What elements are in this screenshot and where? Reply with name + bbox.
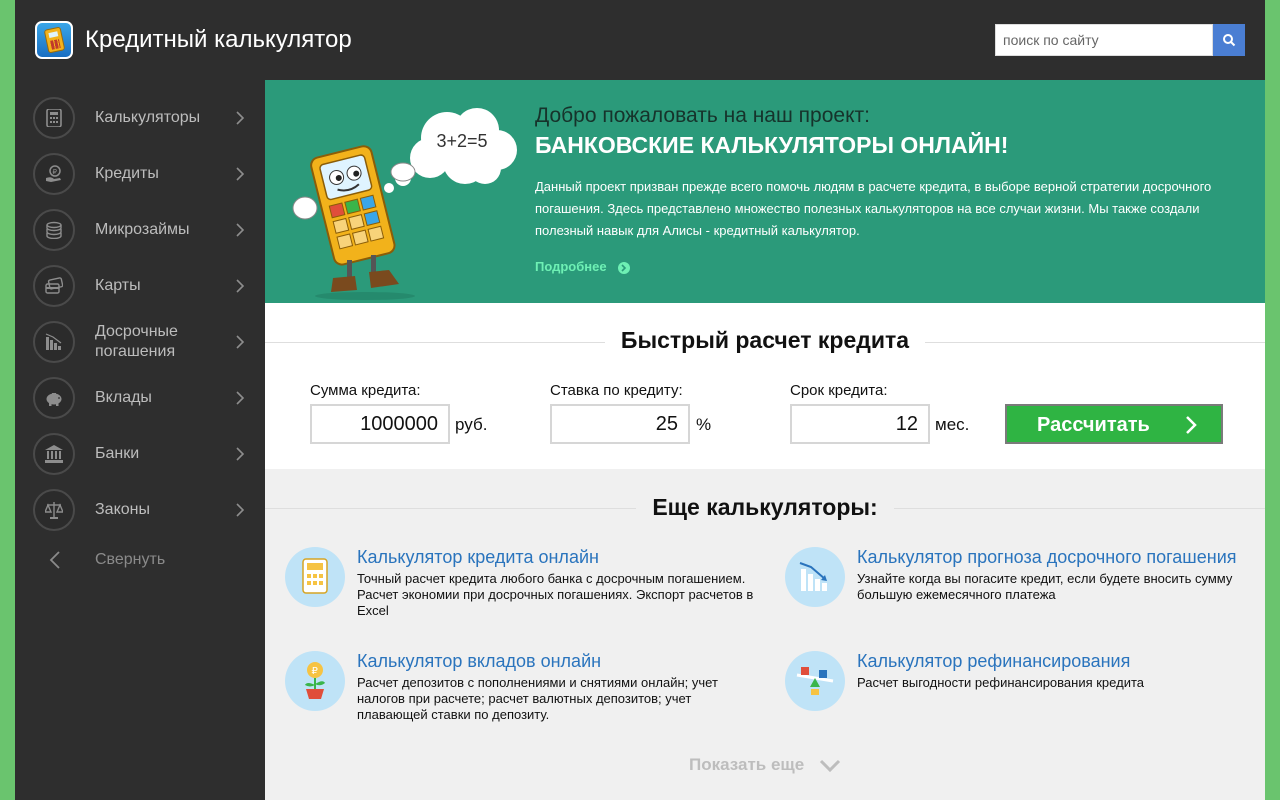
card-description: Расчет выгодности рефинансирования креди… xyxy=(857,675,1144,690)
svg-text:₽: ₽ xyxy=(53,168,58,176)
chevron-right-icon xyxy=(236,279,245,293)
top-header: Кредитный калькулятор xyxy=(15,0,1265,80)
sidebar-item-label: Микрозаймы xyxy=(95,221,190,238)
sidebar-item-label: Банки xyxy=(95,445,140,462)
ruble-hand-icon: ₽ xyxy=(33,153,75,195)
chevron-left-icon xyxy=(49,551,60,569)
more-link[interactable]: Подробнее xyxy=(535,259,607,274)
hero-banner: 3+2=5 Добро пожаловать на наш проект: БА… xyxy=(265,80,1265,303)
sidebar-item-microloans[interactable]: Микрозаймы xyxy=(15,202,265,258)
cards-icon xyxy=(33,265,75,307)
coins-icon xyxy=(33,209,75,251)
page: Кредитный калькулятор Калькуляторы ₽ Кре… xyxy=(15,0,1265,800)
calculate-button-label: Рассчитать xyxy=(1037,414,1150,436)
hero-title: БАНКОВСКИЕ КАЛЬКУЛЯТОРЫ ОНЛАЙН! xyxy=(535,132,1009,158)
sidebar-item-cards[interactable]: Карты xyxy=(15,258,265,314)
site-title[interactable]: Кредитный калькулятор xyxy=(85,26,352,54)
section-title: Еще калькуляторы: xyxy=(265,494,1265,521)
svg-text:₽: ₽ xyxy=(312,666,319,677)
card-title[interactable]: Калькулятор вкладов онлайн xyxy=(357,651,601,672)
calculator-mascot-illustration: 3+2=5 xyxy=(292,108,517,300)
chevron-right-icon xyxy=(236,223,245,237)
chevron-right-icon xyxy=(236,111,245,125)
show-more-button[interactable]: Показать еще xyxy=(689,755,841,775)
chevron-right-icon xyxy=(236,447,245,461)
show-more-label: Показать еще xyxy=(689,755,805,774)
bank-icon xyxy=(33,433,75,475)
rate-label: Ставка по кредиту: xyxy=(550,382,683,399)
scales-icon xyxy=(33,489,75,531)
section-title: Быстрый расчет кредита xyxy=(265,327,1265,354)
calculator-icon xyxy=(285,547,345,607)
sidebar-item-label: Карты xyxy=(95,277,141,294)
calculate-button[interactable]: Рассчитать xyxy=(1005,404,1223,444)
card-description: Узнайте когда вы погасите кредит, если б… xyxy=(857,571,1233,602)
sidebar-item-deposits[interactable]: Вклады xyxy=(15,370,265,426)
sidebar-item-calculators[interactable]: Калькуляторы xyxy=(15,90,265,146)
collapse-sidebar-button[interactable]: Свернуть xyxy=(15,540,265,580)
calc-card[interactable]: ₽ Калькулятор вкладов онлайн Расчет депо… xyxy=(285,651,765,741)
search-input[interactable] xyxy=(995,24,1213,56)
sidebar-item-label: Кредиты xyxy=(95,165,159,182)
term-unit: мес. xyxy=(935,415,970,434)
search-icon xyxy=(1223,34,1236,47)
hero-description: Данный проект призван прежде всего помоч… xyxy=(535,179,1212,238)
sidebar-item-laws[interactable]: Законы xyxy=(15,482,265,538)
term-input[interactable] xyxy=(790,404,930,444)
money-plant-icon: ₽ xyxy=(285,651,345,711)
rate-input[interactable] xyxy=(550,404,690,444)
amount-input[interactable] xyxy=(310,404,450,444)
calc-card[interactable]: Калькулятор кредита онлайн Точный расчет… xyxy=(285,547,765,637)
card-description: Точный расчет кредита любого банка с дос… xyxy=(357,571,754,618)
term-label: Срок кредита: xyxy=(790,382,888,399)
sidebar-item-label: Вклады xyxy=(95,389,152,406)
chart-down-icon xyxy=(785,547,845,607)
thought-bubble-text: 3+2=5 xyxy=(436,131,487,151)
piggy-bank-icon xyxy=(33,377,75,419)
card-title[interactable]: Калькулятор рефинансирования xyxy=(857,651,1130,672)
calculator-icon xyxy=(33,97,75,139)
balance-seesaw-icon xyxy=(785,651,845,711)
card-title[interactable]: Калькулятор прогноза досрочного погашени… xyxy=(857,547,1237,568)
arrow-circle-right-icon[interactable] xyxy=(618,262,630,274)
hero-subtitle: Добро пожаловать на наш проект: xyxy=(535,104,870,127)
quick-calc-section: Быстрый расчет кредита Сумма кредита: ру… xyxy=(265,303,1265,469)
amount-unit: руб. xyxy=(455,415,488,434)
calc-card[interactable]: Калькулятор прогноза досрочного погашени… xyxy=(785,547,1265,637)
sidebar-item-credits[interactable]: ₽ Кредиты xyxy=(15,146,265,202)
sidebar-item-label: Досрочные погашения xyxy=(95,323,178,360)
more-calcs-section: Еще калькуляторы: Калькулятор кредита он… xyxy=(265,469,1265,800)
chart-down-icon xyxy=(33,321,75,363)
rate-unit: % xyxy=(696,415,712,434)
calc-card[interactable]: Калькулятор рефинансирования Расчет выго… xyxy=(785,651,1265,741)
sidebar: Калькуляторы ₽ Кредиты Микрозаймы Карты xyxy=(15,80,265,800)
chevron-down-icon xyxy=(819,759,841,773)
site-logo-icon[interactable] xyxy=(35,21,73,59)
search-button[interactable] xyxy=(1213,24,1245,56)
card-title[interactable]: Калькулятор кредита онлайн xyxy=(357,547,599,568)
chevron-right-icon xyxy=(236,335,245,349)
sidebar-item-label: Калькуляторы xyxy=(95,109,201,126)
sidebar-item-early-repayment[interactable]: Досрочные погашения xyxy=(15,314,265,370)
chevron-right-icon xyxy=(236,391,245,405)
collapse-label: Свернуть xyxy=(95,551,166,568)
chevron-right-icon xyxy=(236,167,245,181)
card-description: Расчет депозитов с пополнениями и снятия… xyxy=(357,675,718,722)
sidebar-item-label: Законы xyxy=(95,501,150,518)
chevron-right-icon xyxy=(236,503,245,517)
chevron-right-icon xyxy=(1186,416,1197,434)
amount-label: Сумма кредита: xyxy=(310,382,421,399)
sidebar-item-banks[interactable]: Банки xyxy=(15,426,265,482)
